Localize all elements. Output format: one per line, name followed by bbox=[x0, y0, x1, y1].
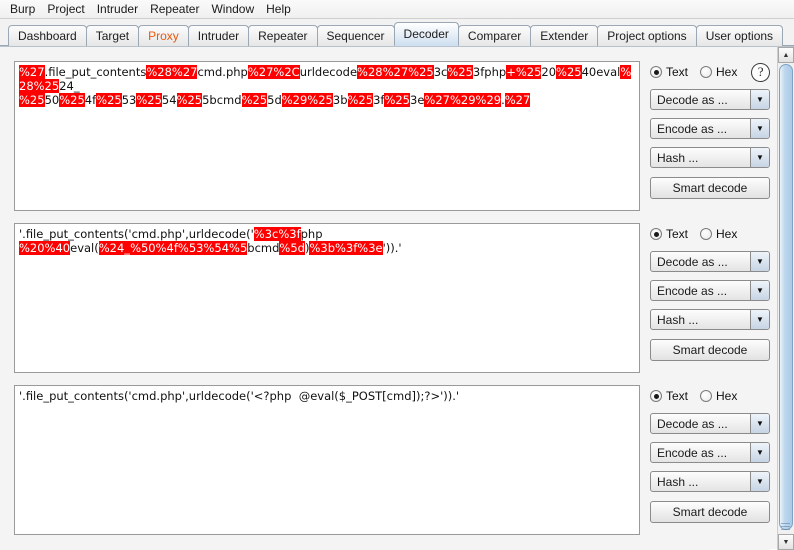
encode-as-label-1: Encode as ... bbox=[657, 121, 728, 136]
tab-sequencer[interactable]: Sequencer bbox=[316, 25, 395, 46]
output-mode-row-1: Text Hex ? bbox=[650, 62, 770, 82]
chevron-down-icon: ▼ bbox=[750, 472, 769, 491]
chevron-down-icon: ▼ bbox=[750, 310, 769, 329]
menu-item-help[interactable]: Help bbox=[260, 1, 297, 17]
tab-repeater[interactable]: Repeater bbox=[248, 25, 318, 46]
tab-extender[interactable]: Extender bbox=[530, 25, 599, 46]
encode-as-dropdown-1[interactable]: Encode as ... ▼ bbox=[650, 118, 770, 139]
radio-hex-label-2: Hex bbox=[716, 227, 738, 241]
decoder-textarea-3[interactable]: '.file_put_contents('cmd.php',urldecode(… bbox=[14, 385, 640, 535]
decode-as-dropdown-3[interactable]: Decode as ... ▼ bbox=[650, 413, 770, 434]
decode-as-label-3: Decode as ... bbox=[657, 416, 728, 431]
encode-as-label-3: Encode as ... bbox=[657, 445, 728, 460]
radio-hex-3[interactable] bbox=[700, 390, 713, 402]
radio-text-2[interactable] bbox=[650, 228, 662, 240]
radio-hex-2[interactable] bbox=[700, 228, 713, 240]
decoder-textarea-1[interactable]: %27.file_put_contents%28%27cmd.php%27%2C… bbox=[14, 61, 640, 211]
help-icon[interactable]: ? bbox=[751, 62, 770, 82]
tab-proxy[interactable]: Proxy bbox=[138, 25, 189, 46]
menu-item-burp[interactable]: Burp bbox=[4, 1, 41, 17]
radio-text-label-2: Text bbox=[666, 227, 689, 241]
radio-text-3[interactable] bbox=[650, 390, 662, 402]
smart-decode-button-2[interactable]: Smart decode bbox=[650, 339, 770, 361]
chevron-down-icon: ▼ bbox=[750, 414, 769, 433]
menu-item-repeater[interactable]: Repeater bbox=[144, 1, 205, 17]
hash-label-1: Hash ... bbox=[657, 150, 699, 165]
tab-project-options[interactable]: Project options bbox=[597, 25, 697, 46]
radio-text-label-1: Text bbox=[666, 65, 689, 79]
radio-text-label-3: Text bbox=[666, 389, 689, 403]
decoder-scroll-area: %27.file_put_contents%28%27cmd.php%27%2C… bbox=[0, 47, 770, 550]
encode-as-label-2: Encode as ... bbox=[657, 283, 728, 298]
smart-decode-button-1[interactable]: Smart decode bbox=[650, 177, 770, 199]
radio-hex-1[interactable] bbox=[700, 66, 713, 78]
menu-item-intruder[interactable]: Intruder bbox=[91, 1, 144, 17]
chevron-down-icon: ▼ bbox=[750, 443, 769, 462]
tab-dashboard[interactable]: Dashboard bbox=[8, 25, 87, 46]
radio-text-1[interactable] bbox=[650, 66, 662, 78]
tab-comparer[interactable]: Comparer bbox=[457, 25, 532, 46]
decoder-controls-1: Text Hex ? Decode as ... ▼ Encode as ...… bbox=[650, 61, 770, 199]
decode-as-label-2: Decode as ... bbox=[657, 254, 728, 269]
decode-as-label-1: Decode as ... bbox=[657, 92, 728, 107]
decoder-controls-3: Text Hex Decode as ... ▼ Encode as ... ▼… bbox=[650, 385, 770, 523]
radio-hex-label-1: Hex bbox=[716, 65, 738, 79]
scrollbar-thumb[interactable] bbox=[779, 64, 793, 530]
hash-dropdown-1[interactable]: Hash ... ▼ bbox=[650, 147, 770, 168]
chevron-down-icon: ▼ bbox=[750, 119, 769, 138]
decode-as-dropdown-2[interactable]: Decode as ... ▼ bbox=[650, 251, 770, 272]
tab-intruder[interactable]: Intruder bbox=[187, 25, 250, 46]
scroll-down-arrow-icon[interactable]: ▼ bbox=[778, 534, 794, 550]
tab-decoder[interactable]: Decoder bbox=[393, 22, 459, 46]
radio-hex-label-3: Hex bbox=[716, 389, 738, 403]
chevron-down-icon: ▼ bbox=[750, 148, 769, 167]
output-mode-row-3: Text Hex bbox=[650, 387, 770, 405]
tab-target[interactable]: Target bbox=[85, 25, 140, 46]
decoder-textarea-2[interactable]: '.file_put_contents('cmd.php',urldecode(… bbox=[14, 223, 640, 373]
menu-item-window[interactable]: Window bbox=[205, 1, 260, 17]
hash-dropdown-3[interactable]: Hash ... ▼ bbox=[650, 471, 770, 492]
chevron-down-icon: ▼ bbox=[750, 90, 769, 109]
vertical-scrollbar[interactable]: ▲ ▼ bbox=[777, 47, 794, 550]
decoder-content: %27.file_put_contents%28%27cmd.php%27%2C… bbox=[0, 46, 794, 550]
hash-label-2: Hash ... bbox=[657, 312, 699, 327]
scroll-up-arrow-icon[interactable]: ▲ bbox=[778, 47, 794, 63]
smart-decode-button-3[interactable]: Smart decode bbox=[650, 501, 770, 523]
main-tab-bar: Dashboard Target Proxy Intruder Repeater… bbox=[0, 19, 794, 46]
chevron-down-icon: ▼ bbox=[750, 281, 769, 300]
encode-as-dropdown-2[interactable]: Encode as ... ▼ bbox=[650, 280, 770, 301]
decoder-controls-2: Text Hex Decode as ... ▼ Encode as ... ▼… bbox=[650, 223, 770, 361]
tab-user-options[interactable]: User options bbox=[695, 25, 784, 46]
scrollbar-grip-icon bbox=[781, 523, 790, 530]
menu-bar: Burp Project Intruder Repeater Window He… bbox=[0, 0, 794, 19]
menu-item-project[interactable]: Project bbox=[41, 1, 90, 17]
chevron-down-icon: ▼ bbox=[750, 252, 769, 271]
encode-as-dropdown-3[interactable]: Encode as ... ▼ bbox=[650, 442, 770, 463]
hash-dropdown-2[interactable]: Hash ... ▼ bbox=[650, 309, 770, 330]
decode-as-dropdown-1[interactable]: Decode as ... ▼ bbox=[650, 89, 770, 110]
output-mode-row-2: Text Hex bbox=[650, 225, 770, 243]
hash-label-3: Hash ... bbox=[657, 474, 699, 489]
